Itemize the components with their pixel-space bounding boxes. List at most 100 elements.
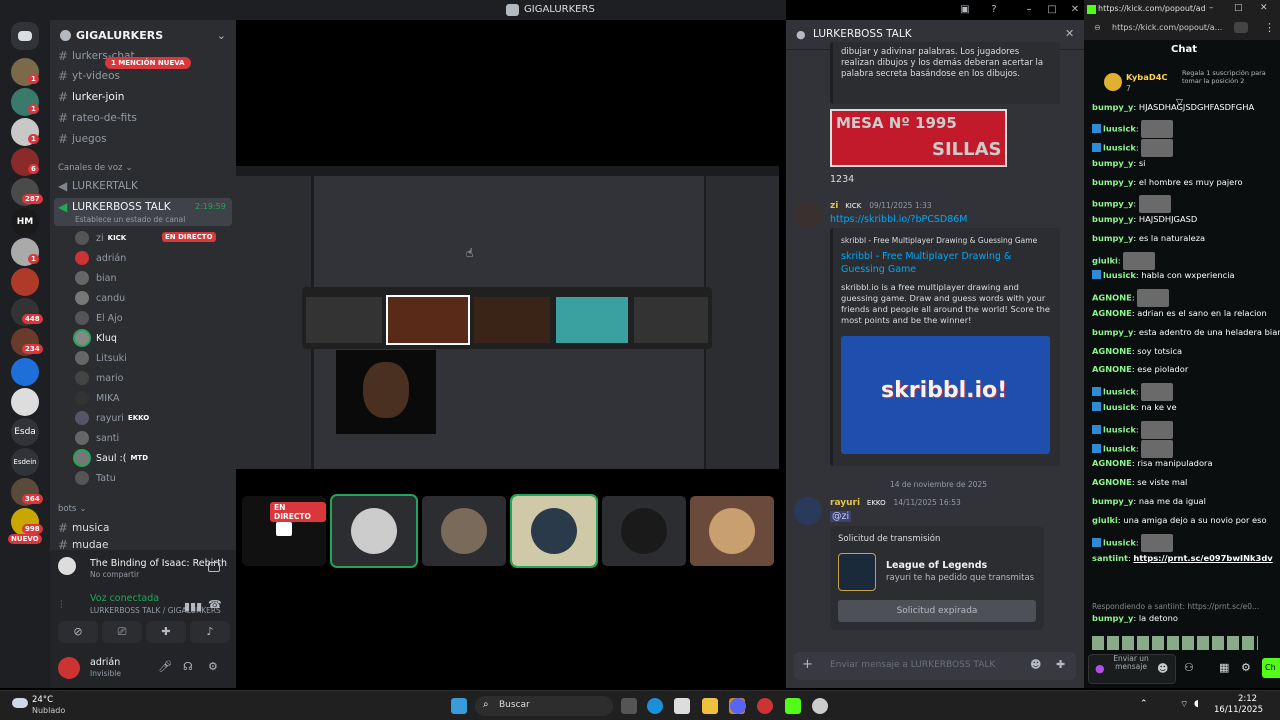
app-icon[interactable] [812,698,828,714]
voice-member[interactable]: Tatu [75,469,116,487]
connection-icon[interactable]: ⫶ [60,600,63,611]
stream-stage[interactable]: ☝ EN DIRECTO [236,20,784,688]
voice-member[interactable]: santi [75,429,119,447]
chat-username[interactable]: bumpy_y [1092,233,1133,243]
participant-tile[interactable] [690,496,774,566]
server-icon[interactable]: Esda [11,418,39,446]
mic-icon[interactable]: ● [1095,662,1105,675]
participant-tile[interactable] [422,496,506,566]
user-avatar[interactable] [58,657,80,679]
chat-username[interactable]: luusick [1103,270,1136,280]
apps-icon[interactable]: ✚ [1056,658,1065,671]
chat-username[interactable]: bumpy_y [1092,613,1133,623]
minimize-window-button[interactable]: – [1018,0,1040,20]
tray-chevron-icon[interactable]: ⌃ [1140,699,1148,709]
voice-member[interactable]: El Ajo [75,309,123,327]
chat-username[interactable]: luusick [1103,124,1136,134]
add-attachment-icon[interactable]: + [802,657,813,672]
kick-icon[interactable] [785,698,801,714]
emoji-icon[interactable]: ☻ [1157,662,1168,675]
gift-user[interactable]: KybaD4C [1126,72,1168,82]
channel-musica[interactable]: # musica [58,519,109,537]
stream-button[interactable]: ⎚ [102,621,142,643]
site-info-icon[interactable]: ⊖ [1094,23,1101,32]
author-avatar[interactable] [794,497,822,525]
chat-text[interactable]: https://prnt.sc/e097bwINk3dv [1133,553,1272,563]
edge-icon[interactable] [647,698,663,714]
chat-username[interactable]: AGNONE [1092,477,1132,487]
settings-icon[interactable]: ⚙ [208,660,218,673]
voice-member[interactable]: Kluq [75,329,117,347]
server-header[interactable]: GIGALURKERS ⌄ [50,20,236,50]
disconnect-icon[interactable]: ☎ [208,598,222,611]
headphones-icon[interactable]: ☊ [183,660,193,673]
chat-username[interactable]: AGNONE [1092,293,1132,303]
voice-channel-lurkertalk[interactable]: ◀ LURKERTALK [58,177,138,195]
start-icon[interactable] [451,698,467,714]
channel-juegos[interactable]: # juegos [58,130,107,148]
voice-member[interactable]: mario [75,369,123,387]
tracking-icon[interactable] [1234,22,1248,33]
chat-username[interactable]: bumpy_y [1092,327,1133,337]
voice-member[interactable]: zi KICK [75,229,126,247]
users-icon[interactable]: ⚇ [1184,661,1194,674]
chat-username[interactable]: giulki [1092,256,1118,266]
clock-date[interactable]: 16/11/2025 [1214,705,1263,715]
explorer-icon[interactable] [702,698,718,714]
server-icon[interactable] [11,268,39,296]
task-view-icon[interactable] [621,698,637,714]
chat-username[interactable]: luusick [1103,538,1136,548]
close-window-button[interactable]: ✕ [1064,0,1086,20]
chat-username[interactable]: giulki [1092,515,1118,525]
message-input[interactable]: + Enviar mensaje a LURKERBOSS TALK ☻ ✚ [794,652,1076,680]
discord-home-icon[interactable] [11,22,39,50]
participant-tile[interactable] [330,494,418,568]
noise-suppression-icon[interactable]: ▮▮▮ [184,600,202,613]
participant-tile[interactable] [510,494,598,568]
chat-username[interactable]: santiint [1092,553,1128,563]
message-link[interactable]: https://skribbl.io/?bPCSD86M [830,214,968,225]
inbox-button[interactable]: ▣ [954,0,976,20]
server-icon[interactable]: Esdein [11,448,39,476]
chat-username[interactable]: AGNONE [1092,364,1132,374]
network-icon[interactable]: ⌔ [1180,699,1188,710]
chat-username[interactable]: luusick [1103,387,1136,397]
server-icon[interactable] [11,358,39,386]
sign-image[interactable]: MESA Nº 1995 SILLAS [830,109,1007,167]
chat-username[interactable]: AGNONE [1092,346,1132,356]
chat-username[interactable]: luusick [1103,425,1136,435]
request-expired-button[interactable]: Solicitud expirada [838,600,1036,622]
volume-icon[interactable]: ◖ [1194,699,1199,709]
voice-member[interactable]: Litsuki [75,349,127,367]
server-icon[interactable]: HM [11,208,39,236]
channel-lurker-join[interactable]: # lurker-join [58,88,124,106]
settings-icon[interactable]: ⚙ [1241,661,1251,674]
chat-username[interactable]: AGNONE [1092,308,1132,318]
chevron-down-icon[interactable]: ⌄ [217,29,226,42]
weather-icon[interactable] [12,698,28,708]
voice-member[interactable]: MIKA [75,389,120,407]
chat-username[interactable]: bumpy_y [1092,199,1133,209]
store-icon[interactable] [674,698,690,714]
voice-member[interactable]: bian [75,269,117,287]
chat-username[interactable]: AGNONE [1092,458,1132,468]
chat-username[interactable]: luusick [1103,444,1136,454]
bots-category[interactable]: bots ⌄ [58,500,86,518]
chrome-icon[interactable] [757,698,773,714]
author-name[interactable]: zi [830,201,838,211]
chat-username[interactable]: bumpy_y [1092,177,1133,187]
browser-minimize-button[interactable]: – [1209,3,1214,13]
activities-button[interactable]: ✚ [146,621,186,643]
search-box[interactable]: ⌕ Buscar [475,696,613,716]
mic-icon[interactable]: 🎤︎ [158,660,172,673]
author-name[interactable]: rayuri [830,498,860,508]
participant-tile-live[interactable]: EN DIRECTO [242,496,326,566]
chat-username[interactable]: bumpy_y [1092,214,1133,224]
author-avatar[interactable] [794,201,822,229]
chat-username[interactable]: luusick [1103,143,1136,153]
chat-username[interactable]: bumpy_y [1092,158,1133,168]
close-icon[interactable]: ✕ [1065,27,1074,40]
voice-status[interactable]: Voz conectada [90,593,159,604]
chat-username[interactable]: luusick [1103,402,1136,412]
stream-video[interactable]: ☝ [236,166,779,469]
